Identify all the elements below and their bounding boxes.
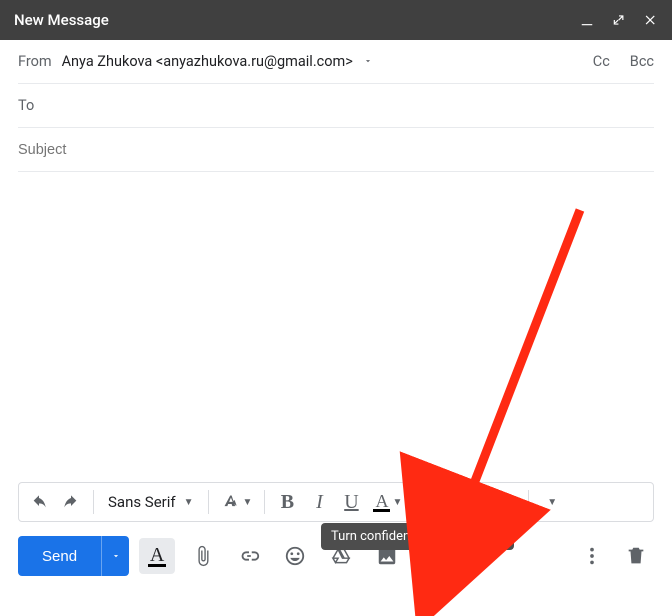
separator (93, 490, 94, 514)
minimize-icon[interactable] (580, 13, 594, 27)
font-name-label: Sans Serif (108, 493, 176, 511)
separator (414, 490, 415, 514)
chevron-down-icon: ▼ (449, 497, 459, 508)
text-color-button[interactable]: A▼ (369, 487, 406, 517)
from-value[interactable]: Anya Zhukova <anyazhukova.ru@gmail.com> (62, 53, 353, 70)
text-format-toggle[interactable]: A (139, 538, 175, 574)
bold-button[interactable]: B (273, 487, 301, 517)
subject-row[interactable] (18, 128, 654, 172)
formatting-toolbar: Sans Serif ▼ ▼ B I U A▼ ▼ ▼ ▼ (18, 482, 654, 522)
attach-icon[interactable] (185, 538, 221, 574)
chevron-down-icon: ▼ (392, 497, 402, 508)
chevron-down-icon: ▼ (243, 497, 253, 508)
cc-link[interactable]: Cc (593, 53, 610, 70)
chevron-down-icon: ▼ (506, 497, 516, 508)
to-row[interactable]: To (18, 84, 654, 128)
emoji-icon[interactable] (277, 538, 313, 574)
compose-body[interactable] (18, 180, 654, 474)
send-button[interactable]: Send (18, 536, 101, 576)
titlebar-controls (580, 13, 658, 27)
list-button[interactable]: ▼ (480, 487, 520, 517)
separator (528, 490, 529, 514)
close-icon[interactable] (644, 13, 658, 27)
compose-title: New Message (14, 11, 580, 29)
compose-body-area (0, 172, 672, 482)
undo-icon[interactable] (25, 487, 53, 517)
compose-titlebar: New Message (0, 0, 672, 40)
italic-button[interactable]: I (305, 487, 333, 517)
separator (264, 490, 265, 514)
separator (208, 490, 209, 514)
link-icon[interactable] (231, 538, 267, 574)
to-input[interactable] (44, 98, 654, 114)
chevron-down-icon: ▼ (184, 497, 194, 508)
discard-icon[interactable] (618, 538, 654, 574)
more-options-icon[interactable] (574, 538, 610, 574)
separator (471, 490, 472, 514)
underline-button[interactable]: U (337, 487, 365, 517)
subject-input[interactable] (18, 142, 654, 158)
to-label: To (18, 97, 34, 114)
font-size-icon[interactable]: ▼ (217, 487, 257, 517)
tooltip-confidential: Turn confidential mode on/off (321, 523, 514, 550)
send-group: Send (18, 536, 129, 576)
send-more-button[interactable] (101, 536, 129, 576)
font-select[interactable]: Sans Serif ▼ (102, 487, 200, 517)
from-row: From Anya Zhukova <anyazhukova.ru@gmail.… (18, 40, 654, 84)
redo-icon[interactable] (57, 487, 85, 517)
more-formatting-icon[interactable]: ▼ (537, 487, 565, 517)
compose-fields: From Anya Zhukova <anyazhukova.ru@gmail.… (0, 40, 672, 172)
expand-icon[interactable] (612, 13, 626, 27)
from-label: From (18, 53, 52, 70)
align-button[interactable]: ▼ (423, 487, 463, 517)
right-action-group (574, 538, 654, 574)
from-dropdown-icon[interactable] (363, 53, 373, 70)
bcc-link[interactable]: Bcc (630, 53, 654, 70)
